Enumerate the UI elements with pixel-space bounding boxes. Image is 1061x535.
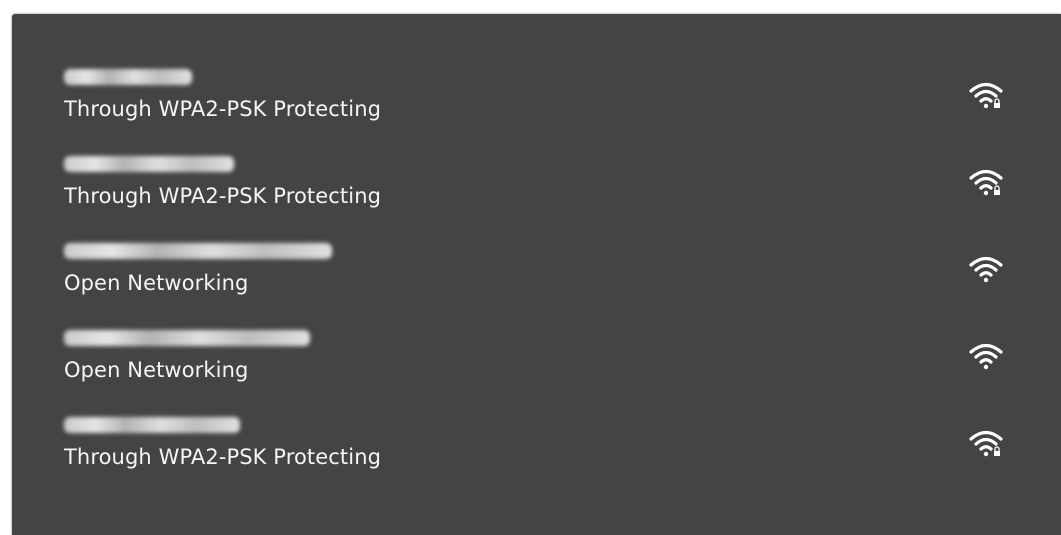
wifi-lock-icon [969, 169, 1003, 196]
network-name-redacted [64, 330, 310, 346]
network-security-label: Open Networking [64, 271, 249, 295]
wifi-network-list: Through WPA2-PSK Protecting Through WPA2… [12, 64, 1061, 499]
network-security-label: Open Networking [64, 358, 249, 382]
network-security-label: Through WPA2-PSK Protecting [64, 445, 382, 469]
network-name-redacted [64, 156, 234, 172]
wifi-network-panel: Through WPA2-PSK Protecting Through WPA2… [12, 14, 1061, 535]
wifi-lock-icon [969, 430, 1003, 457]
network-item-4[interactable]: Open Networking [12, 325, 1061, 412]
network-name-redacted [64, 69, 192, 85]
network-item-5[interactable]: Through WPA2-PSK Protecting [12, 412, 1061, 499]
network-item-1[interactable]: Through WPA2-PSK Protecting [12, 64, 1061, 151]
network-name-redacted [64, 417, 240, 433]
wifi-icon [969, 343, 1003, 370]
network-name-redacted [64, 243, 332, 259]
network-item-3[interactable]: Open Networking [12, 238, 1061, 325]
network-security-label: Through WPA2-PSK Protecting [64, 97, 382, 121]
network-item-2[interactable]: Through WPA2-PSK Protecting [12, 151, 1061, 238]
wifi-icon [969, 256, 1003, 283]
wifi-lock-icon [969, 82, 1003, 109]
network-security-label: Through WPA2-PSK Protecting [64, 184, 382, 208]
